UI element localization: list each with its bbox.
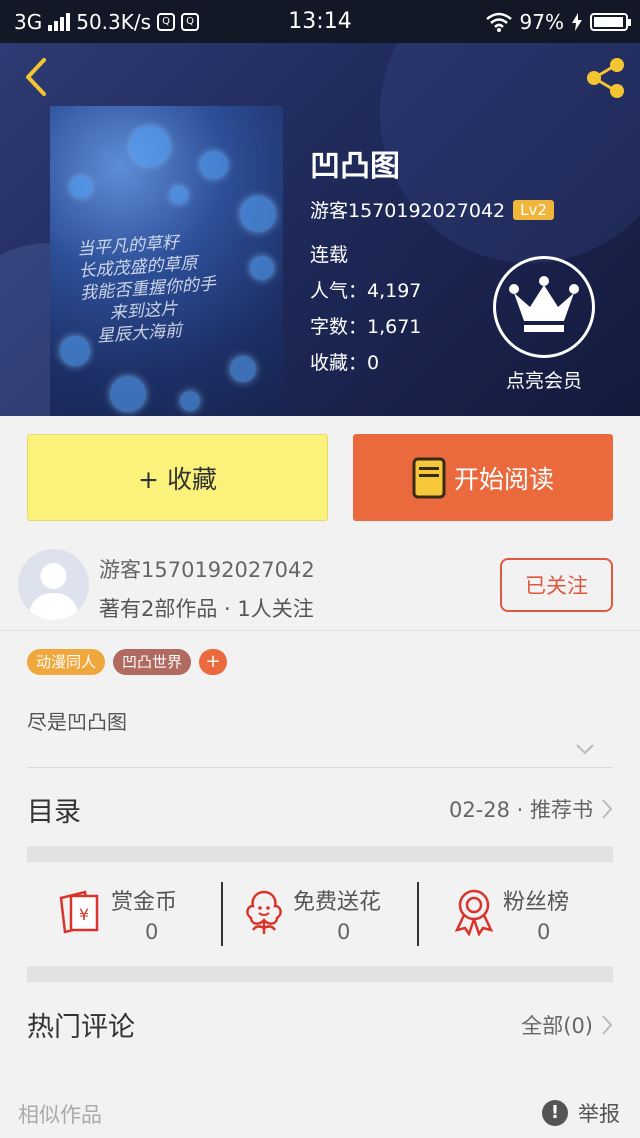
- report-button[interactable]: ! 举报: [542, 1098, 620, 1128]
- cover-bubble: [110, 376, 146, 412]
- follow-button[interactable]: 已关注: [500, 558, 613, 612]
- stat-flower[interactable]: 免费送花 0: [223, 862, 417, 966]
- status-bar: 3G 50.3K/s Q Q 13:14 97%: [0, 0, 640, 43]
- cover-bubble: [70, 176, 92, 198]
- battery-icon: [590, 13, 631, 31]
- tag[interactable]: 动漫同人: [27, 649, 106, 675]
- stat-name: 粉丝榜: [503, 890, 570, 915]
- flower-icon: [246, 890, 282, 934]
- section-band: [27, 846, 613, 862]
- stat-value: 0: [145, 920, 159, 944]
- start-reading-label: 开始阅读: [453, 464, 554, 494]
- book-icon: [412, 457, 446, 498]
- stats-row: ¥ 赏金币 0 免费送花 0 粉丝榜 0: [27, 862, 613, 966]
- tag-list: 动漫同人 凹凸世界 +: [27, 649, 228, 675]
- add-tag-button[interactable]: +: [199, 649, 228, 675]
- divider: [27, 767, 613, 768]
- toc-right: 02-28 · 推荐书: [449, 794, 613, 824]
- book-word-count: 字数：1,671: [310, 316, 422, 338]
- default-avatar-icon: [28, 563, 79, 620]
- cover-bubble: [230, 356, 256, 382]
- author-card: 游客1570192027042 著有2部作品 · 1人关注 已关注: [0, 545, 640, 631]
- stat-value: 0: [337, 920, 351, 944]
- wifi-icon: [485, 12, 512, 32]
- comments-right: 全部(0): [521, 1010, 613, 1040]
- cover-bubble: [180, 391, 200, 411]
- chevron-right-icon: [602, 1015, 613, 1035]
- status-right: 97%: [485, 10, 631, 34]
- chevron-down-icon[interactable]: [575, 742, 595, 756]
- book-description: 尽是凹凸图: [27, 710, 127, 734]
- level-badge: Lv2: [513, 199, 554, 220]
- book-author-name: 游客1570192027042: [310, 200, 506, 222]
- stat-value: 0: [537, 920, 551, 944]
- charging-icon: [572, 13, 582, 31]
- comments-all: 全部(0): [521, 1014, 593, 1038]
- favorite-button[interactable]: + 收藏: [27, 434, 328, 521]
- back-icon[interactable]: [18, 57, 54, 97]
- chevron-right-icon: [602, 799, 613, 819]
- toc-latest: 02-28 · 推荐书: [448, 798, 593, 822]
- author-name[interactable]: 游客1570192027042: [99, 554, 315, 584]
- battery-percent: 97%: [519, 10, 564, 34]
- crown-icon: [509, 276, 579, 332]
- book-author[interactable]: 游客1570192027042 Lv2: [310, 196, 554, 223]
- cover-bubble: [250, 256, 274, 280]
- cover-bubble: [200, 151, 228, 179]
- section-band: [27, 966, 613, 982]
- author-meta: 著有2部作品 · 1人关注: [99, 597, 314, 621]
- vip-label: 点亮会员: [505, 370, 582, 392]
- cover-poem: 当平凡的草籽 长成茂盛的草原 我能否重握你的手 来到这片 星辰大海前: [76, 229, 219, 348]
- start-reading-button[interactable]: 开始阅读: [353, 434, 613, 521]
- book-popularity: 人气：4,197: [310, 280, 422, 302]
- ribbon-medal-icon: [454, 889, 494, 936]
- book-favorites: 收藏：0: [310, 352, 380, 374]
- bounty-coin-icon: ¥: [59, 890, 99, 934]
- hot-comments-row[interactable]: 热门评论 全部(0): [27, 1005, 613, 1045]
- stat-bounty[interactable]: ¥ 赏金币 0: [27, 862, 222, 966]
- battery-fill: [594, 17, 624, 27]
- exclamation-icon: !: [542, 1100, 568, 1126]
- report-label: 举报: [578, 1102, 620, 1126]
- share-icon[interactable]: [582, 55, 628, 101]
- stat-name: 赏金币: [111, 890, 178, 915]
- comments-label: 热门评论: [27, 1012, 135, 1043]
- svg-text:¥: ¥: [79, 905, 89, 924]
- toc-label: 目录: [27, 797, 81, 828]
- avatar[interactable]: [18, 549, 89, 620]
- similar-works-label: 相似作品: [18, 1103, 102, 1127]
- favorite-label: + 收藏: [138, 464, 217, 494]
- cover-bubble: [240, 196, 276, 232]
- book-status: 连载: [310, 244, 349, 266]
- book-title: 凹凸图: [310, 149, 400, 184]
- cover-bubble: [130, 126, 170, 166]
- table-of-contents-row[interactable]: 目录 02-28 · 推荐书: [27, 790, 613, 830]
- stat-name: 免费送花: [293, 890, 382, 915]
- book-cover[interactable]: 当平凡的草籽 长成茂盛的草原 我能否重握你的手 来到这片 星辰大海前: [50, 106, 283, 416]
- book-hero: 当平凡的草籽 长成茂盛的草原 我能否重握你的手 来到这片 星辰大海前 凹凸图 游…: [0, 43, 640, 416]
- stat-fans-ranking[interactable]: 粉丝榜 0: [419, 862, 613, 966]
- vip-button[interactable]: [493, 256, 595, 358]
- cover-bubble: [170, 186, 188, 204]
- tag[interactable]: 凹凸世界: [113, 649, 192, 675]
